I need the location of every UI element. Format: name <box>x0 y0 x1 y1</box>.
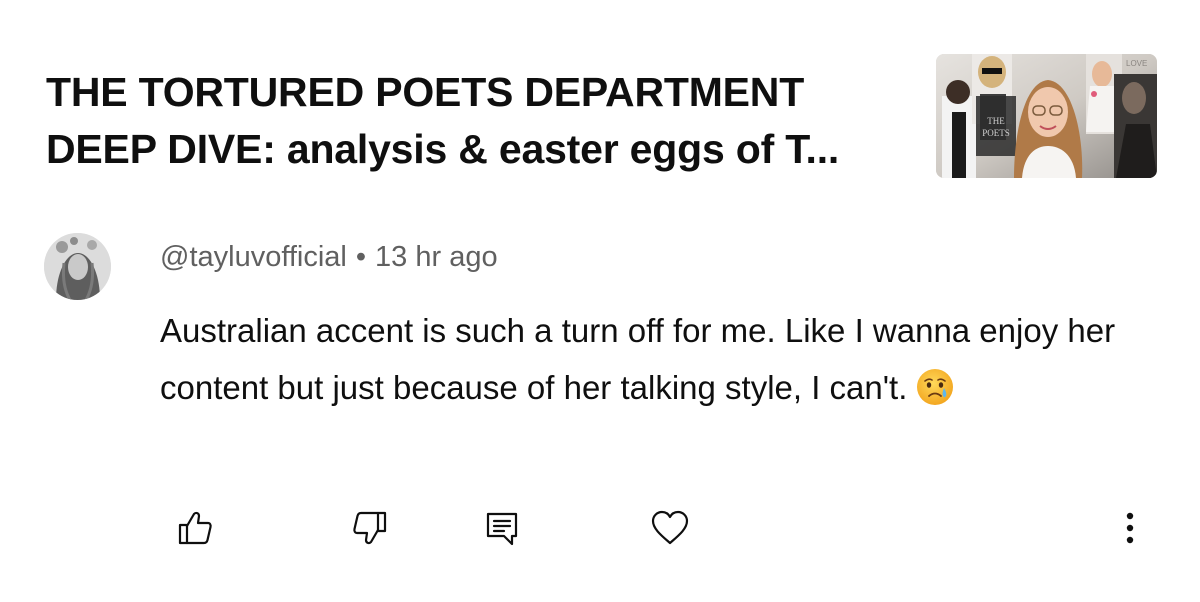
like-button[interactable] <box>167 500 223 556</box>
crying-face-emoji <box>915 367 955 424</box>
reply-icon <box>482 508 522 548</box>
comment: @tayluvofficial • 13 hr ago Australian acc… <box>0 220 1200 602</box>
dislike-button[interactable] <box>342 500 398 556</box>
video-header: THE TORTURED POETS DEPARTMENT DEEP DIVE:… <box>0 0 1200 200</box>
video-thumbnail[interactable]: THE POETS LOVE <box>936 54 1157 178</box>
svg-text:THE: THE <box>987 116 1005 126</box>
video-title[interactable]: THE TORTURED POETS DEPARTMENT DEEP DIVE:… <box>46 64 906 178</box>
comment-time: 13 hr ago <box>375 241 498 273</box>
more-vertical-icon <box>1124 508 1136 548</box>
thumbs-up-icon <box>175 508 215 548</box>
comment-body: Australian accent is such a turn off for… <box>160 302 1160 424</box>
svg-text:POETS: POETS <box>982 128 1010 138</box>
avatar[interactable] <box>44 233 111 300</box>
meta-separator: • <box>355 241 367 273</box>
comment-actions <box>0 500 1200 560</box>
comment-author[interactable]: @tayluvofficial <box>160 241 347 273</box>
comment-meta: @tayluvofficial • 13 hr ago <box>160 237 498 277</box>
svg-text:LOVE: LOVE <box>1126 59 1147 68</box>
thumbs-down-icon <box>350 508 390 548</box>
reply-button[interactable] <box>474 500 530 556</box>
heart-icon <box>649 508 691 548</box>
heart-button[interactable] <box>642 500 698 556</box>
more-options-button[interactable] <box>1102 500 1158 556</box>
comment-text: Australian accent is such a turn off for… <box>160 312 1116 406</box>
